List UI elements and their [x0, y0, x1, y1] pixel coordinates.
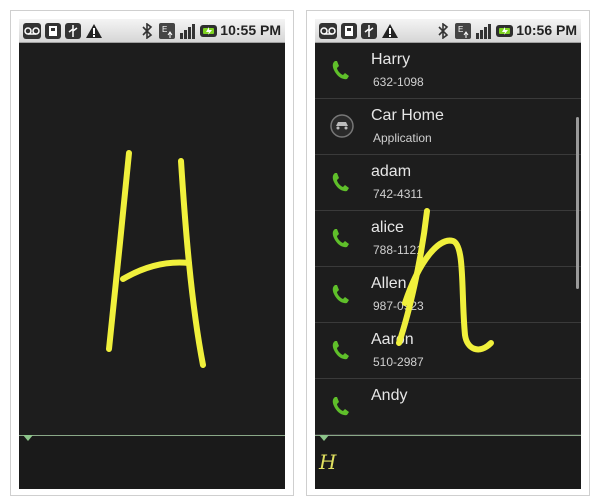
contact-name: Aaron [371, 331, 414, 348]
gesture-result-strip [19, 435, 285, 489]
phone-icon [332, 61, 349, 80]
contact-detail: 742-4311 [373, 187, 423, 201]
phone-icon [332, 397, 349, 416]
left-phone-screenshot: E 10:55 PM [10, 10, 294, 496]
strip-marker [319, 435, 329, 441]
warning-icon [382, 24, 398, 38]
list-item[interactable]: Aaron 510-2987 [315, 323, 581, 379]
status-bar: E 10:56 PM [315, 19, 581, 43]
list-item[interactable]: alice 788-1121 [315, 211, 581, 267]
gesture-result-text: H [319, 450, 337, 474]
scrollbar[interactable] [576, 117, 579, 289]
contact-detail: 632-1098 [373, 75, 424, 89]
status-bar: E 10:55 PM [19, 19, 285, 43]
bluetooth-icon [142, 23, 153, 39]
battery-charging-icon [496, 25, 513, 37]
list-item[interactable]: Harry 632-1098 [315, 43, 581, 99]
status-time: 10:55 PM [220, 22, 281, 38]
signal-icon [476, 24, 491, 39]
sd-card-icon [45, 23, 61, 39]
voicemail-icon [319, 23, 337, 39]
signal-icon [180, 24, 195, 39]
car-home-icon [330, 114, 354, 138]
voicemail-icon [23, 23, 41, 39]
phone-icon [332, 341, 349, 360]
list-item[interactable]: Car Home Application [315, 99, 581, 155]
contact-name: Allen [371, 275, 407, 292]
contact-list[interactable]: Harry 632-1098 Car Home Application adam [315, 43, 581, 435]
list-item[interactable]: Andy [315, 379, 581, 435]
list-item[interactable]: adam 742-4311 [315, 155, 581, 211]
status-time: 10:56 PM [516, 22, 577, 38]
data-icon: E [159, 23, 175, 39]
usb-icon [361, 23, 377, 39]
svg-text:E: E [458, 25, 463, 34]
gesture-letter-a-stroke [106, 150, 206, 368]
right-screen: E 10:56 PM Harry 632-1098 Car Home Appli… [315, 19, 581, 489]
strip-marker [23, 435, 33, 441]
svg-text:E: E [162, 25, 167, 34]
bluetooth-icon [438, 23, 449, 39]
contact-name: adam [371, 163, 412, 180]
phone-icon [332, 229, 349, 248]
contact-detail: 987-0923 [373, 299, 424, 313]
usb-icon [65, 23, 81, 39]
left-screen: E 10:55 PM [19, 19, 285, 489]
phone-icon [332, 173, 349, 192]
sd-card-icon [341, 23, 357, 39]
list-item[interactable]: Allen 987-0923 [315, 267, 581, 323]
battery-charging-icon [200, 25, 217, 37]
contact-name: Andy [371, 387, 408, 404]
contact-name: Harry [371, 51, 411, 68]
right-phone-screenshot: E 10:56 PM Harry 632-1098 Car Home Appli… [306, 10, 590, 496]
contact-detail: 510-2987 [373, 355, 424, 369]
contact-name: Car Home [371, 107, 444, 124]
contact-detail: Application [373, 131, 432, 145]
gesture-result-strip: H [315, 435, 581, 489]
warning-icon [86, 24, 102, 38]
data-icon: E [455, 23, 471, 39]
phone-icon [332, 285, 349, 304]
contact-detail: 788-1121 [373, 243, 423, 257]
gesture-canvas[interactable] [19, 43, 285, 435]
contact-name: alice [371, 219, 404, 236]
